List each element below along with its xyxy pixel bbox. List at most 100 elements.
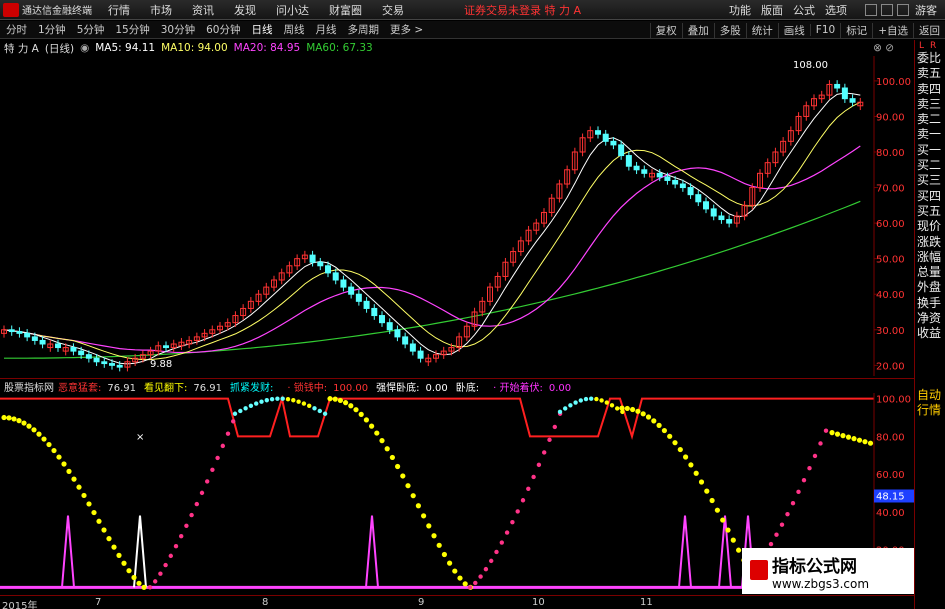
oscillator-dot bbox=[353, 407, 359, 413]
menu-bar: 通达信金融终端 行情 市场 资讯 发现 问小达 财富圈 交易 证券交易未登录 特… bbox=[0, 0, 945, 20]
quote-panel-item[interactable]: 现价 bbox=[915, 219, 945, 234]
toolbar-overlay[interactable]: 叠加 bbox=[681, 22, 714, 38]
quote-panel-item[interactable]: 委比 bbox=[915, 51, 945, 66]
quote-panel-item[interactable] bbox=[915, 342, 945, 388]
oscillator-dot bbox=[441, 551, 447, 558]
period-1min[interactable]: 1分钟 bbox=[38, 22, 66, 37]
period-intraday[interactable]: 分时 bbox=[6, 22, 27, 37]
oscillator-dot bbox=[312, 406, 317, 411]
menu-item-ask[interactable]: 问小达 bbox=[276, 2, 309, 18]
period-weekly[interactable]: 周线 bbox=[284, 22, 305, 37]
oscillator-dot bbox=[232, 411, 238, 416]
toolbar-f10[interactable]: F10 bbox=[809, 24, 840, 36]
toolbar-adjust[interactable]: 复权 bbox=[649, 22, 682, 38]
quote-panel-item[interactable]: 净资 bbox=[915, 311, 945, 326]
quote-panel-item[interactable]: 买二 bbox=[915, 158, 945, 173]
candle-body bbox=[78, 350, 85, 356]
menu-item-market[interactable]: 行情 bbox=[108, 2, 130, 18]
menu-item-news[interactable]: 资讯 bbox=[192, 2, 214, 18]
quote-panel-item[interactable]: 卖三 bbox=[915, 97, 945, 112]
price-chart[interactable]: 100.00 90.00 80.00 70.00 60.00 50.00 40.00 30.0… bbox=[0, 56, 914, 376]
period-30min[interactable]: 30分钟 bbox=[161, 22, 195, 37]
quote-panel-item[interactable]: 买一 bbox=[915, 143, 945, 158]
chart-close-icons[interactable]: ⊗ ⊘ bbox=[873, 42, 894, 54]
menu-item-discover[interactable]: 发现 bbox=[234, 2, 256, 18]
watermark-url: www.zbgs3.com bbox=[772, 576, 870, 591]
quote-panel-item[interactable]: 涨跌 bbox=[915, 235, 945, 250]
stock-name: 特 力 A bbox=[4, 42, 39, 55]
toolbar-stats[interactable]: 统计 bbox=[745, 22, 778, 38]
period-monthly[interactable]: 月线 bbox=[316, 22, 337, 37]
candle-body bbox=[703, 201, 709, 210]
toolbar-drawline[interactable]: 画线 bbox=[777, 22, 810, 38]
menu-function[interactable]: 功能 bbox=[729, 2, 751, 18]
period-5min[interactable]: 5分钟 bbox=[77, 22, 105, 37]
app-logo-icon bbox=[3, 2, 19, 17]
menu-formula[interactable]: 公式 bbox=[793, 2, 815, 18]
window-controls bbox=[865, 3, 909, 16]
period-more[interactable]: 更多 > bbox=[390, 22, 423, 37]
toolbar-watchlist[interactable]: +自选 bbox=[872, 22, 913, 38]
period-15min[interactable]: 15分钟 bbox=[115, 22, 149, 37]
oscillator-dot bbox=[96, 518, 102, 524]
minimize-icon[interactable] bbox=[865, 3, 877, 16]
settings-icon[interactable]: ◉ bbox=[80, 42, 89, 54]
oscillator-dot bbox=[173, 544, 179, 549]
toolbar-multistock[interactable]: 多股 bbox=[713, 22, 746, 38]
quote-panel-item[interactable]: 收益 bbox=[915, 326, 945, 341]
oscillator-dot bbox=[184, 523, 189, 528]
oscillator-dot bbox=[483, 566, 489, 572]
toolbar-back[interactable]: 返回 bbox=[913, 22, 945, 38]
oscillator-dot bbox=[635, 408, 641, 414]
menu-item-trade[interactable]: 交易 bbox=[382, 2, 404, 18]
indicator-item-value: 76.91 bbox=[107, 382, 137, 394]
candle-body bbox=[24, 332, 31, 338]
price-tick-label: 90.00 bbox=[876, 112, 905, 123]
menu-item-markets[interactable]: 市场 bbox=[150, 2, 172, 18]
oscillator-dot bbox=[520, 498, 526, 503]
quote-panel-item[interactable]: 卖五 bbox=[915, 66, 945, 81]
indicator-item-label: 强悍卧底: bbox=[376, 382, 420, 394]
candle-body bbox=[85, 354, 92, 359]
quote-panel-item[interactable]: 总量 bbox=[915, 265, 945, 280]
quote-panel-item[interactable]: 自动 bbox=[915, 388, 945, 403]
signal-marker-icon: × bbox=[136, 432, 144, 443]
quote-panel-item[interactable]: 卖四 bbox=[915, 82, 945, 97]
candle-body bbox=[417, 350, 424, 359]
oscillator-dot bbox=[768, 541, 774, 547]
oscillator-dot bbox=[301, 401, 307, 406]
quote-panel-item[interactable]: 涨幅 bbox=[915, 250, 945, 265]
oscillator-dot bbox=[790, 500, 796, 506]
user-label[interactable]: 游客 bbox=[915, 2, 937, 18]
oscillator-dot bbox=[651, 418, 657, 424]
quote-panel-item[interactable]: 卖一 bbox=[915, 127, 945, 142]
menu-layout[interactable]: 版面 bbox=[761, 2, 783, 18]
indicator-name: 股票指标网 bbox=[4, 382, 54, 394]
quote-panel-item[interactable]: 买四 bbox=[915, 189, 945, 204]
quote-panel-item[interactable]: 外盘 bbox=[915, 280, 945, 295]
oscillator-dot bbox=[259, 399, 264, 404]
toolbar-mark[interactable]: 标记 bbox=[840, 22, 872, 38]
menu-item-wealth[interactable]: 财富圈 bbox=[329, 2, 362, 18]
quote-panel-item[interactable]: 行情 bbox=[915, 403, 945, 418]
candle-body bbox=[325, 265, 331, 274]
quote-panel-item[interactable]: 换手 bbox=[915, 296, 945, 311]
oscillator-dot bbox=[410, 493, 416, 499]
period-60min[interactable]: 60分钟 bbox=[206, 22, 240, 37]
oscillator-dot bbox=[327, 396, 333, 402]
oscillator-dot bbox=[21, 420, 27, 426]
oscillator-dot bbox=[714, 507, 721, 513]
quote-panel-item[interactable]: 买五 bbox=[915, 204, 945, 219]
oscillator-dot bbox=[269, 397, 275, 402]
menu-options[interactable]: 选项 bbox=[825, 2, 847, 18]
quote-panel-item[interactable]: 卖二 bbox=[915, 112, 945, 127]
panel-letter-r[interactable]: R bbox=[928, 41, 936, 51]
panel-letter-l[interactable]: L bbox=[917, 41, 924, 51]
close-icon[interactable] bbox=[897, 3, 909, 16]
indicator-item-label: 恶意猛套: bbox=[58, 382, 102, 394]
oscillator-dot bbox=[578, 398, 583, 403]
period-daily[interactable]: 日线 bbox=[252, 22, 273, 37]
maximize-icon[interactable] bbox=[881, 3, 893, 16]
period-multi[interactable]: 多周期 bbox=[348, 22, 380, 37]
quote-panel-item[interactable]: 买三 bbox=[915, 173, 945, 188]
